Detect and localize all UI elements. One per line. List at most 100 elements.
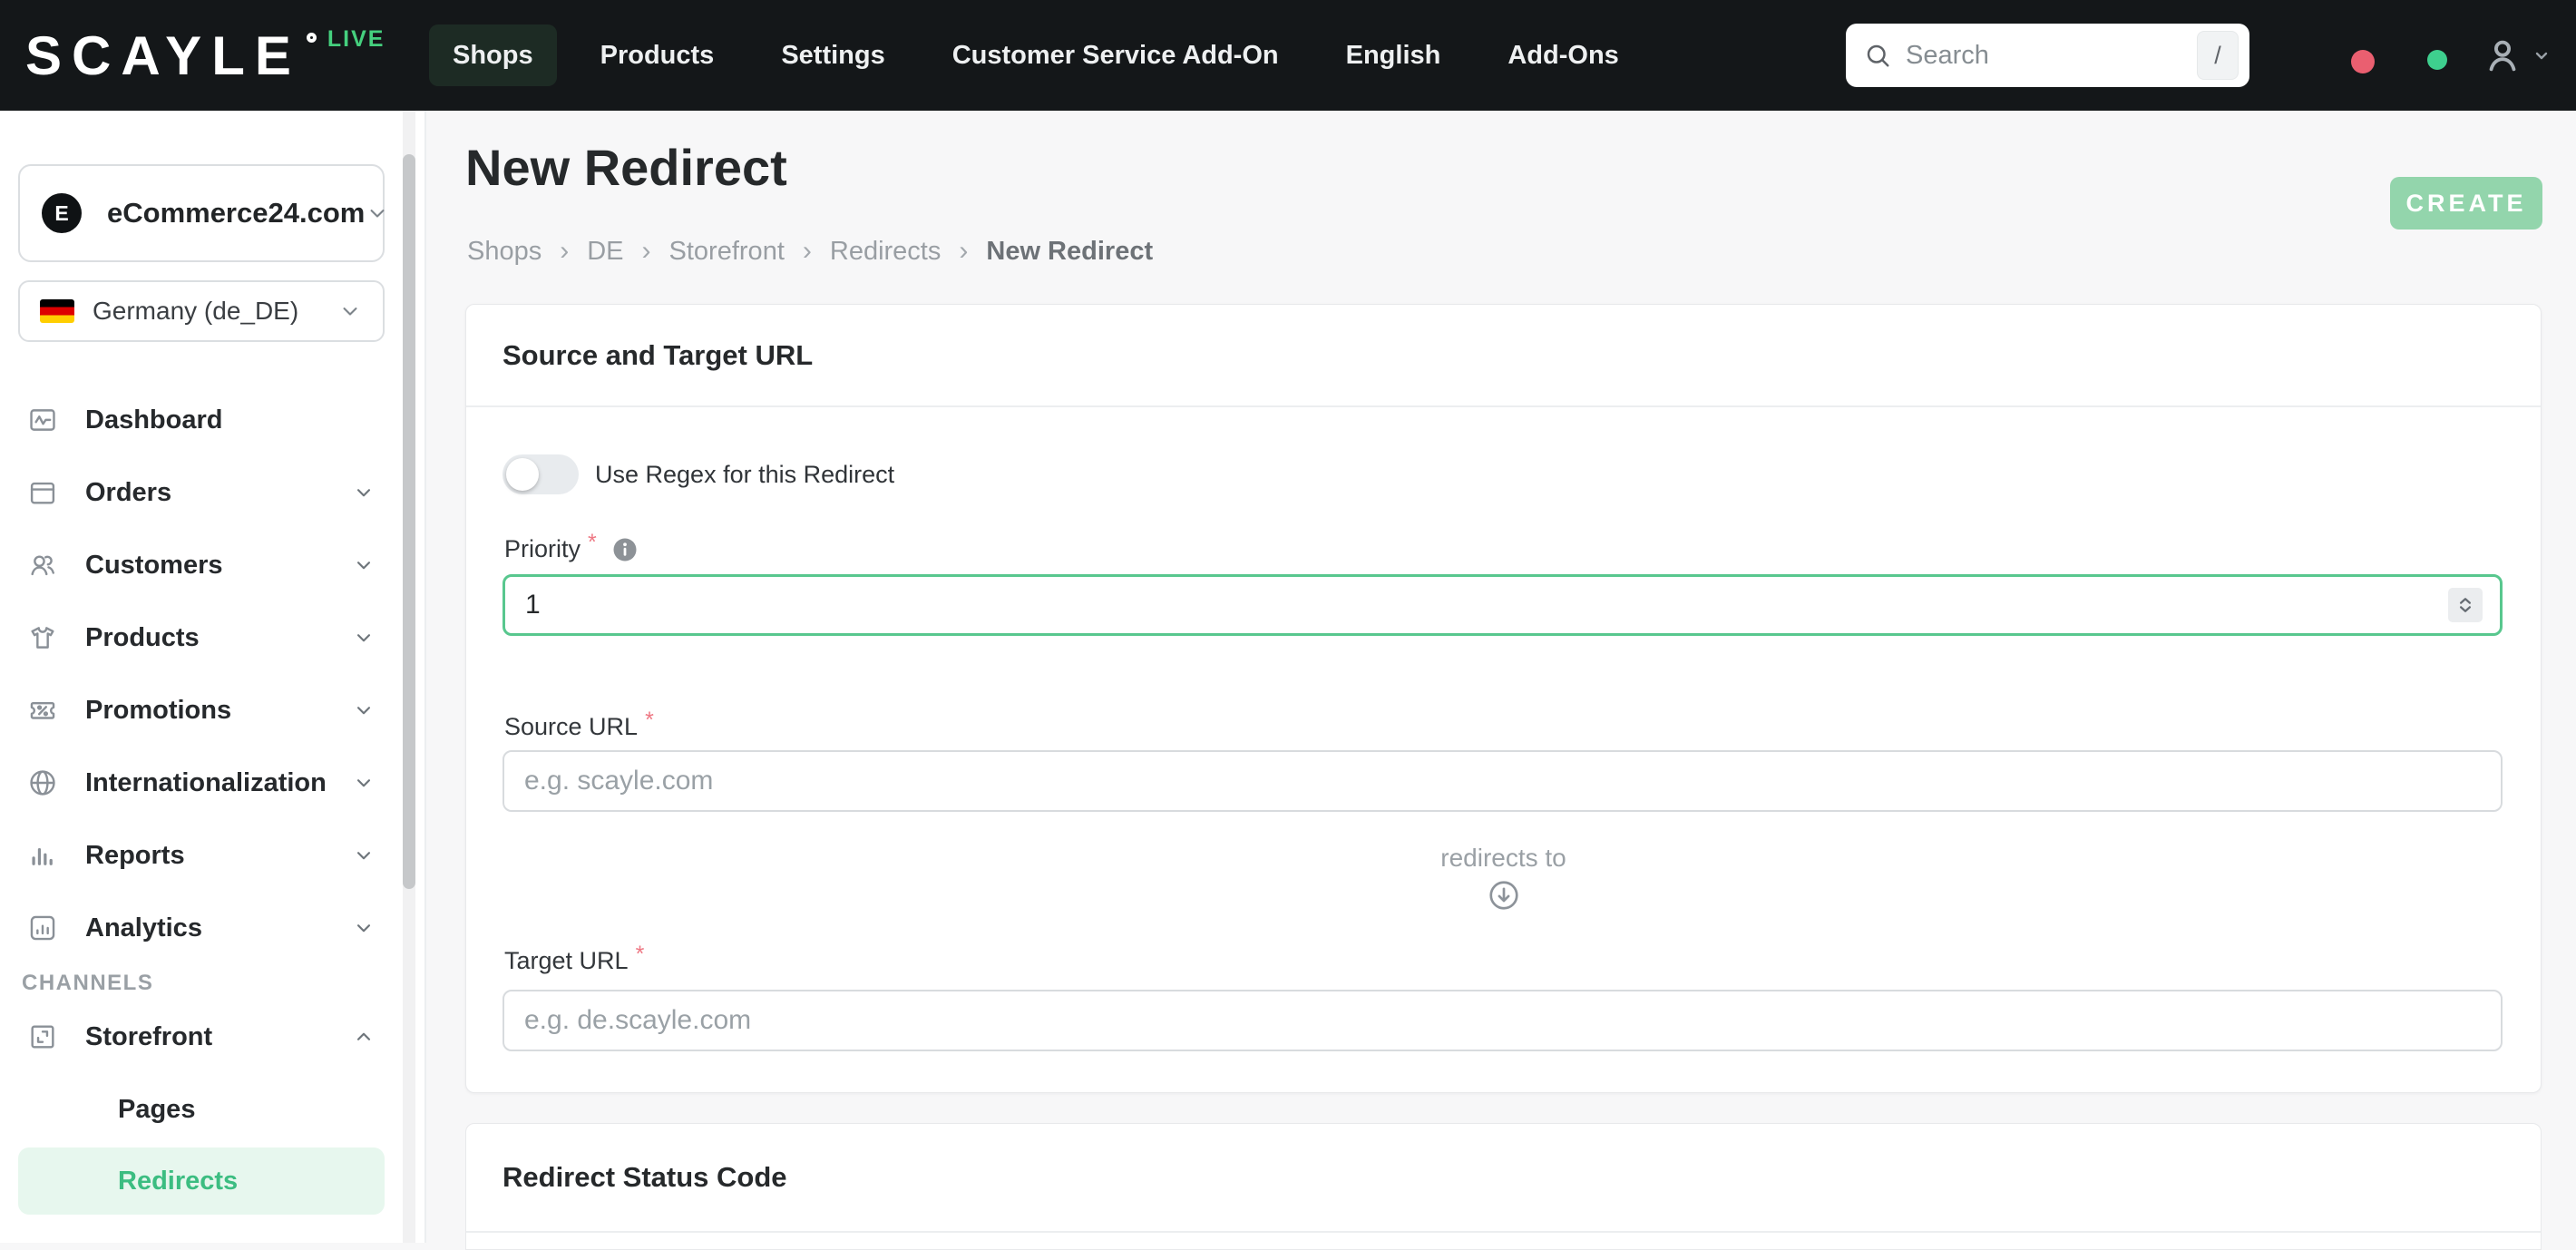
source-target-card: Source and Target URL Use Regex for this… [465, 304, 2542, 1093]
sidebar-item-label: Storefront [85, 1021, 213, 1051]
global-search[interactable]: / [1846, 24, 2249, 87]
chevron-down-icon [352, 844, 376, 867]
required-asterisk: * [588, 530, 597, 555]
info-icon[interactable] [611, 536, 639, 563]
breadcrumb-de[interactable]: DE [587, 237, 623, 267]
sidebar-item-pages[interactable]: Pages [18, 1076, 385, 1143]
sidebar-item-label: Dashboard [85, 405, 223, 435]
sidebar-item-redirects[interactable]: Redirects [18, 1147, 385, 1215]
nav-item-english[interactable]: English [1322, 24, 1465, 86]
green-notification-dot [2427, 50, 2447, 70]
sidebar-item-label: Analytics [85, 913, 202, 942]
main-content: New Redirect Shops › DE › Storefront › R… [428, 111, 2576, 1250]
country-language-selector[interactable]: Germany (de_DE) [18, 280, 385, 342]
chevron-down-icon [352, 771, 376, 795]
nav-item-products[interactable]: Products [577, 24, 738, 86]
chevron-down-icon [365, 200, 390, 226]
logo-degree-mark [306, 32, 317, 43]
target-url-label: Target URL [504, 947, 629, 974]
priority-input-wrap [503, 574, 2503, 636]
breadcrumb-shops[interactable]: Shops [467, 237, 542, 267]
target-url-input[interactable] [503, 990, 2503, 1051]
globe-icon [27, 767, 58, 798]
sidebar-item-dashboard[interactable]: Dashboard [0, 384, 426, 456]
target-url-input-wrap [503, 990, 2503, 1051]
regex-toggle[interactable] [503, 454, 579, 494]
breadcrumb: Shops › DE › Storefront › Redirects › Ne… [467, 236, 1153, 267]
chevron-down-icon [352, 916, 376, 940]
breadcrumb-separator: › [959, 236, 969, 266]
source-url-input-wrap [503, 750, 2503, 812]
breadcrumb-current: New Redirect [986, 236, 1154, 266]
source-url-input[interactable] [503, 750, 2503, 812]
sidebar-item-internationalization[interactable]: Internationalization [0, 747, 426, 819]
topbar-icon-cluster [2351, 0, 2552, 111]
sidebar-item-label: Orders [85, 477, 172, 507]
search-shortcut-key: / [2197, 31, 2239, 80]
sidebar-item-storefront-wrap: Storefront [0, 1001, 426, 1073]
number-stepper[interactable] [2448, 588, 2483, 622]
red-notification-dot [2351, 50, 2375, 73]
create-button[interactable]: CREATE [2390, 177, 2542, 229]
chevron-down-icon [2531, 44, 2552, 66]
card-header: Redirect Status Code [466, 1124, 2541, 1233]
sidebar-item-storefront[interactable]: Storefront [0, 1001, 426, 1073]
shop-name: eCommerce24.com [107, 197, 366, 229]
logo-text: SCAYLE [25, 24, 301, 86]
breadcrumb-separator: › [641, 236, 651, 266]
arrow-down-circle-icon [1487, 878, 1521, 913]
shop-avatar: E [42, 193, 82, 233]
reports-bars-icon [27, 840, 58, 871]
sidebar-item-label: Customers [85, 550, 223, 580]
sidebar-item-label: Products [85, 622, 200, 652]
sidebar-item-label: Reports [85, 840, 185, 870]
sidebar-item-analytics[interactable]: Analytics [0, 892, 426, 964]
sidebar-item-products[interactable]: Products [0, 601, 426, 674]
regex-toggle-label: Use Regex for this Redirect [595, 460, 895, 488]
search-icon [1864, 42, 1891, 69]
page-title: New Redirect [465, 139, 787, 196]
sidebar-item-customers[interactable]: Customers [0, 529, 426, 601]
chevron-down-icon [352, 481, 376, 504]
chevron-down-icon [337, 298, 363, 324]
priority-label-row: Priority * [504, 530, 639, 563]
live-badge: LIVE [327, 25, 385, 52]
sidebar-item-orders[interactable]: Orders [0, 456, 426, 529]
chevron-down-icon [352, 553, 376, 577]
priority-input[interactable] [503, 574, 2503, 636]
orders-icon [27, 477, 58, 508]
shop-selector[interactable]: E eCommerce24.com [18, 164, 385, 262]
search-input[interactable] [1906, 40, 2197, 71]
sidebar-scrollbar-thumb[interactable] [403, 154, 415, 889]
account-menu-button[interactable] [2482, 34, 2552, 76]
chevron-down-icon [352, 626, 376, 649]
target-url-label-row: Target URL * [504, 942, 644, 975]
breadcrumb-redirects[interactable]: Redirects [830, 237, 942, 267]
sidebar: E eCommerce24.com Germany (de_DE) Dashbo… [0, 111, 426, 1243]
analytics-chart-icon [27, 913, 58, 943]
sidebar-item-promotions[interactable]: Promotions [0, 674, 426, 747]
nav-item-shops[interactable]: Shops [429, 24, 557, 86]
products-tshirt-icon [27, 622, 58, 653]
sidebar-item-reports[interactable]: Reports [0, 819, 426, 892]
nav-item-add-ons[interactable]: Add-Ons [1484, 24, 1642, 86]
customers-icon [27, 550, 58, 581]
scayle-logo[interactable]: SCAYLE LIVE [25, 0, 385, 111]
regex-toggle-row: Use Regex for this Redirect [503, 453, 894, 496]
required-asterisk: * [635, 942, 645, 967]
sidebar-item-label: Internationalization [85, 767, 327, 797]
breadcrumb-separator: › [560, 236, 570, 266]
user-avatar-icon [2482, 34, 2523, 76]
nav-item-settings[interactable]: Settings [757, 24, 908, 86]
nav-item-customer-service-add-on[interactable]: Customer Service Add-On [929, 24, 1303, 86]
primary-nav: Shops Products Settings Customer Service… [429, 24, 1643, 86]
storefront-frame-icon [27, 1021, 58, 1052]
card-title: Source and Target URL [503, 338, 814, 371]
chevron-down-icon [352, 698, 376, 722]
redirects-to-label: redirects to [1440, 844, 1566, 872]
dashboard-icon [27, 405, 58, 435]
chevron-up-icon [352, 1025, 376, 1049]
breadcrumb-storefront[interactable]: Storefront [669, 237, 785, 267]
toggle-knob [506, 458, 539, 491]
sidebar-item-label: Promotions [85, 695, 232, 725]
